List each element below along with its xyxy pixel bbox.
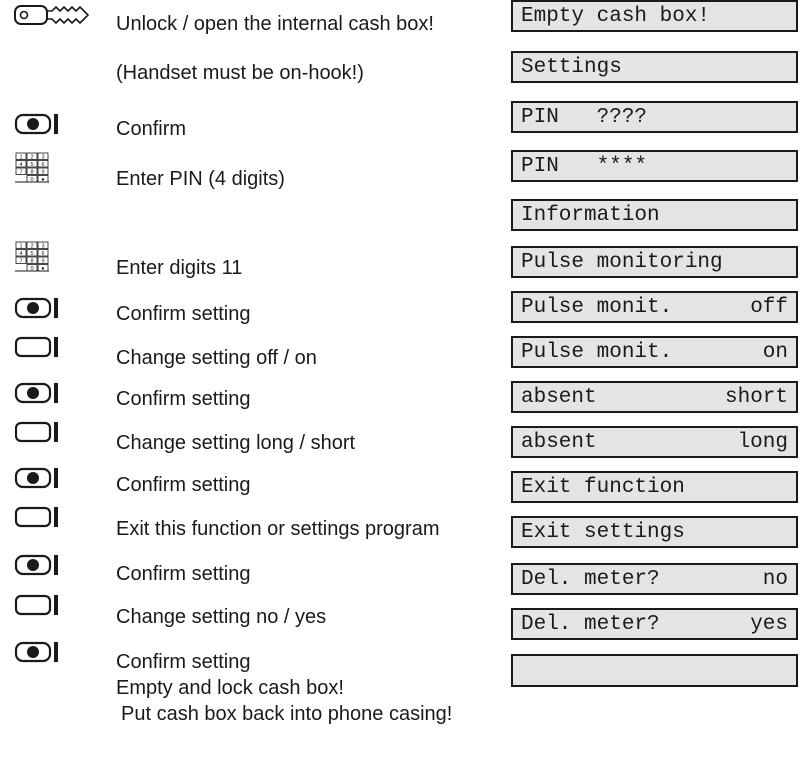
closing-line-empty-lock: Empty and lock cash box! [116,677,344,699]
display-text: Settings [521,56,622,79]
display-text-right: long [737,431,788,454]
step-text-confirm-setting: Confirm setting [116,303,251,325]
confirm-key-icon [14,466,60,495]
display-text [521,658,788,684]
svg-text:4: 4 [19,251,22,257]
display-text-left: Pulse monit. [521,341,673,364]
step-text-enter-pin: Enter PIN (4 digits) [116,168,285,190]
display-text-right: short [724,386,788,409]
display-text-right: yes [750,613,788,636]
keypad-icon: 1 2 3 4 5 6 7 8 9 0 ● [14,241,50,278]
confirm-key-icon [14,381,60,410]
display-text: Exit function [521,476,685,499]
svg-text:6: 6 [41,162,44,168]
step-text-confirm-setting: Confirm setting [116,563,251,585]
display-text: Information [521,204,660,227]
display-pin-prompt: PIN ???? [511,101,798,133]
display-empty-cash-box: Empty cash box! [511,0,798,32]
display-text-left: Pulse monit. [521,296,673,319]
step-text-change-long-short: Change setting long / short [116,432,356,454]
display-absent-long: absent long [511,426,798,458]
svg-text:7: 7 [19,258,22,264]
blank-key-icon [14,335,60,364]
display-text-right: on [762,341,788,364]
svg-text:9: 9 [41,258,44,264]
display-pulse-monit-off: Pulse monit. off [511,291,798,323]
svg-text:2: 2 [30,243,33,249]
svg-text:6: 6 [41,251,44,257]
svg-text:5: 5 [30,251,33,257]
display-text: Empty cash box! [521,5,711,28]
display-pin-masked: PIN **** [511,150,798,182]
svg-text:7: 7 [19,169,22,175]
display-pulse-monit-on: Pulse monit. on [511,336,798,368]
keypad-icon: 1 2 3 4 5 6 7 8 9 0 ● [14,152,50,189]
svg-text:1: 1 [19,154,22,160]
key-icon [14,4,94,31]
display-text-left: Del. meter? [521,613,660,636]
display-text: PIN ???? [521,106,648,129]
confirm-key-icon [14,296,60,325]
svg-text:8: 8 [30,169,33,175]
step-text-change-off-on: Change setting off / on [116,347,317,369]
svg-text:2: 2 [30,154,33,160]
step-text-unlock: Unlock / open the internal cash box! [116,13,434,35]
step-text-confirm-setting: Confirm setting [116,388,251,410]
display-text-left: absent [521,431,597,454]
svg-text:1: 1 [19,243,22,249]
display-del-meter-yes: Del. meter? yes [511,608,798,640]
closing-line-put-back: Put cash box back into phone casing! [121,703,453,725]
svg-text:9: 9 [41,169,44,175]
confirm-key-icon [14,553,60,582]
display-del-meter-no: Del. meter? no [511,563,798,595]
display-blank [511,654,798,687]
blank-key-icon [14,420,60,449]
confirm-key-icon [14,640,60,669]
step-text-handset-note: (Handset must be on-hook!) [116,62,364,84]
display-information: Information [511,199,798,231]
display-text: Exit settings [521,521,685,544]
step-text-exit-function: Exit this function or settings program [116,518,440,540]
display-text-left: absent [521,386,597,409]
blank-key-icon [14,505,60,534]
step-text-change-no-yes: Change setting no / yes [116,606,327,628]
confirm-key-icon [14,112,60,141]
display-settings: Settings [511,51,798,83]
step-text-confirm-setting: Confirm setting [116,651,251,673]
display-text-right: no [762,568,788,591]
display-exit-function: Exit function [511,471,798,503]
svg-text:8: 8 [30,258,33,264]
step-text-enter-digits: Enter digits 11 [116,257,243,279]
display-absent-short: absent short [511,381,798,413]
svg-text:3: 3 [41,243,44,249]
svg-text:5: 5 [30,162,33,168]
display-text: PIN **** [521,155,648,178]
display-text-left: Del. meter? [521,568,660,591]
svg-text:4: 4 [19,162,22,168]
blank-key-icon [14,593,60,622]
step-text-confirm: Confirm [116,118,187,140]
step-text-confirm-setting: Confirm setting [116,474,251,496]
display-pulse-monitoring: Pulse monitoring [511,246,798,278]
display-text: Pulse monitoring [521,251,723,274]
svg-text:3: 3 [41,154,44,160]
display-text-right: off [750,296,788,319]
display-exit-settings: Exit settings [511,516,798,548]
